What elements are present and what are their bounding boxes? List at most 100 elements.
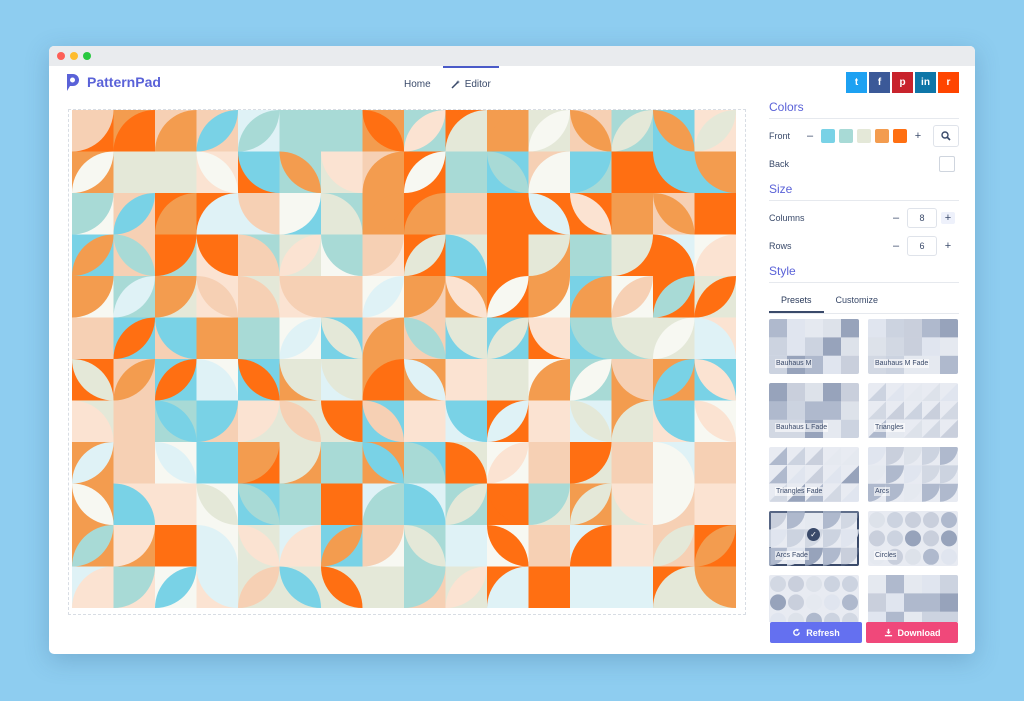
front-swatches bbox=[821, 129, 911, 143]
front-color-swatch[interactable] bbox=[857, 129, 871, 143]
download-button[interactable]: Download bbox=[866, 622, 958, 643]
pattern-tile bbox=[694, 483, 736, 526]
preset-card[interactable]: Arcs bbox=[868, 447, 958, 502]
pattern-tile bbox=[487, 234, 529, 277]
columns-label: Columns bbox=[769, 213, 805, 223]
pattern-tile bbox=[113, 400, 156, 443]
wand-icon bbox=[451, 80, 460, 89]
rows-input[interactable]: 6 bbox=[907, 236, 937, 256]
pattern-tile bbox=[694, 442, 736, 484]
preset-label: Circles bbox=[874, 551, 898, 560]
nav-home-label: Home bbox=[404, 78, 431, 90]
columns-input[interactable]: 8 bbox=[907, 208, 937, 228]
pattern-tile bbox=[321, 110, 363, 152]
preset-label: Arcs Fade bbox=[775, 551, 809, 560]
preset-card[interactable]: Triangles Fade bbox=[769, 447, 859, 502]
twitter-icon[interactable]: t bbox=[846, 72, 867, 93]
pattern-canvas[interactable] bbox=[72, 110, 736, 608]
pinterest-icon[interactable]: p bbox=[892, 72, 913, 93]
back-label: Back bbox=[769, 159, 790, 169]
preset-card[interactable]: Bauhaus L Fade bbox=[769, 383, 859, 438]
pattern-tile bbox=[528, 525, 571, 567]
linkedin-icon[interactable]: in bbox=[915, 72, 936, 93]
preset-card[interactable]: Bauhaus M Fade bbox=[868, 319, 958, 374]
preset-label: Triangles Fade bbox=[775, 487, 824, 496]
preset-card[interactable] bbox=[868, 575, 958, 622]
pattern-tile bbox=[196, 317, 239, 360]
front-color-swatch[interactable] bbox=[875, 129, 889, 143]
back-color-swatch[interactable] bbox=[939, 156, 955, 172]
share-buttons: t f p in r bbox=[846, 72, 959, 93]
preset-label: Triangles bbox=[874, 423, 905, 432]
preset-card[interactable]: Triangles bbox=[868, 383, 958, 438]
nav-editor[interactable]: Editor bbox=[441, 66, 501, 102]
logo-icon bbox=[67, 74, 79, 91]
rows-row: Rows – 6 + bbox=[769, 232, 959, 260]
size-title: Size bbox=[769, 182, 959, 201]
minimize-dot[interactable] bbox=[70, 52, 78, 60]
front-color-swatch[interactable] bbox=[839, 129, 853, 143]
preset-label: Bauhaus L Fade bbox=[775, 423, 829, 432]
tab-presets[interactable]: Presets bbox=[769, 289, 824, 313]
front-colors-row: Front – + bbox=[769, 122, 959, 150]
pattern-tile bbox=[155, 525, 197, 567]
pattern-tile bbox=[155, 151, 197, 194]
browser-window: PatternPad Home Editor t f p in r Colors Fro… bbox=[49, 46, 975, 654]
pattern-tile bbox=[528, 442, 571, 484]
preset-label: Bauhaus M Fade bbox=[874, 359, 930, 368]
pattern-tile bbox=[528, 566, 571, 608]
app-name: PatternPad bbox=[87, 74, 161, 90]
search-icon bbox=[941, 131, 951, 141]
pattern-tile bbox=[238, 317, 280, 360]
preset-label: Arcs bbox=[874, 487, 890, 496]
back-color-row: Back bbox=[769, 150, 959, 178]
preset-card[interactable]: Circles bbox=[868, 511, 958, 566]
search-button[interactable] bbox=[933, 125, 959, 147]
action-bar: Refresh Download bbox=[770, 622, 958, 643]
remove-color-button[interactable]: – bbox=[803, 130, 817, 142]
tab-customize[interactable]: Customize bbox=[824, 289, 891, 313]
app-header: PatternPad Home Editor t f p in r bbox=[49, 66, 975, 102]
pattern-tile bbox=[611, 525, 654, 567]
pattern-tile bbox=[279, 483, 322, 526]
check-icon: ✓ bbox=[807, 528, 820, 541]
pattern-tile bbox=[611, 151, 654, 194]
preset-grid: Bauhaus M Bauhaus M Fade Bauhaus L Fade Tri… bbox=[769, 319, 959, 622]
window-chrome bbox=[49, 46, 975, 66]
preset-card[interactable] bbox=[769, 575, 859, 622]
rows-increment[interactable]: + bbox=[941, 240, 955, 252]
facebook-icon[interactable]: f bbox=[869, 72, 890, 93]
pattern-tile bbox=[487, 359, 529, 401]
preset-card[interactable]: Bauhaus M bbox=[769, 319, 859, 374]
main-nav: Home Editor bbox=[394, 66, 501, 102]
reddit-icon[interactable]: r bbox=[938, 72, 959, 93]
front-color-swatch[interactable] bbox=[893, 129, 907, 143]
preset-label: Bauhaus M bbox=[775, 359, 813, 368]
preset-card[interactable]: Arcs Fade ✓ bbox=[769, 511, 859, 566]
pattern-tile bbox=[196, 442, 239, 484]
nav-editor-label: Editor bbox=[464, 78, 491, 90]
columns-decrement[interactable]: – bbox=[889, 212, 903, 224]
rows-decrement[interactable]: – bbox=[889, 240, 903, 252]
columns-increment[interactable]: + bbox=[941, 212, 955, 224]
refresh-button[interactable]: Refresh bbox=[770, 622, 862, 643]
pattern-tile bbox=[487, 193, 529, 235]
settings-panel: Colors Front – + Back Size Columns – 8 +… bbox=[769, 100, 959, 622]
logo[interactable]: PatternPad bbox=[63, 72, 161, 92]
nav-home[interactable]: Home bbox=[394, 66, 441, 102]
pattern-tile bbox=[404, 400, 446, 443]
colors-title: Colors bbox=[769, 100, 959, 119]
pattern-tile bbox=[445, 151, 488, 194]
maximize-dot[interactable] bbox=[83, 52, 91, 60]
front-color-swatch[interactable] bbox=[821, 129, 835, 143]
add-color-button[interactable]: + bbox=[911, 130, 925, 142]
style-tabs: Presets Customize bbox=[769, 289, 959, 314]
pattern-tile bbox=[570, 234, 612, 277]
pattern-tile bbox=[445, 193, 488, 235]
preset-thumbnail bbox=[868, 575, 958, 622]
refresh-icon bbox=[793, 628, 801, 636]
preset-thumbnail bbox=[770, 576, 858, 622]
pattern-tile bbox=[611, 193, 654, 235]
front-label: Front bbox=[769, 131, 791, 141]
close-dot[interactable] bbox=[57, 52, 65, 60]
